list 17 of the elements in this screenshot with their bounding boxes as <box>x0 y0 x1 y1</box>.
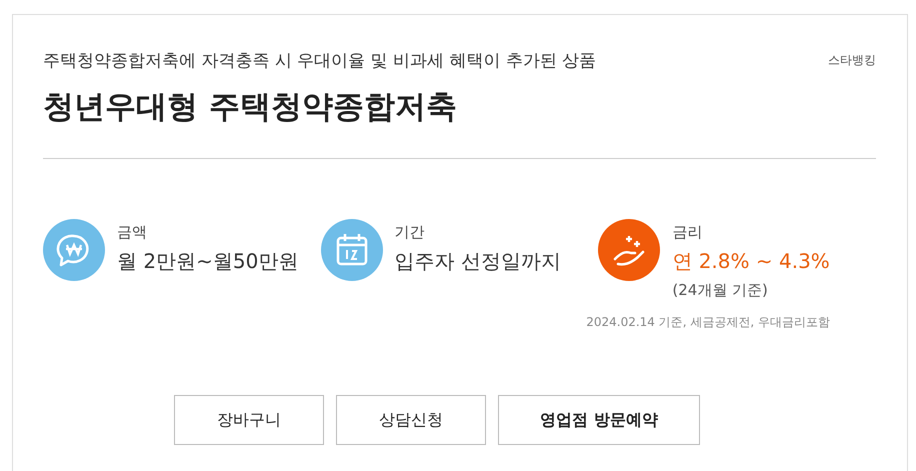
speech-bubble-won-icon <box>43 219 105 281</box>
brand-label: 스타뱅킹 <box>828 52 876 69</box>
rate-footnote: 2024.02.14 기준, 세금공제전, 우대금리포함 <box>586 314 830 331</box>
stat-label: 기간 <box>394 223 426 242</box>
product-title: 청년우대형 주택청약종합저축 <box>43 88 458 127</box>
stat-value: 연 2.8% ~ 4.3% <box>672 248 830 275</box>
calendar-icon <box>320 219 383 281</box>
action-button[interactable]: 장바구니 <box>174 395 324 445</box>
action-button[interactable]: 상담신청 <box>336 395 486 445</box>
action-button[interactable]: 영업점 방문예약 <box>498 395 700 445</box>
stat-label: 금액 <box>117 223 148 242</box>
stat-value: 월 2만원~월50만원 <box>117 248 298 275</box>
stat-note: (24개월 기준) <box>672 281 769 300</box>
stat-label: 금리 <box>672 223 704 242</box>
stat-value: 입주자 선정일까지 <box>394 248 562 275</box>
hand-sparkle-icon <box>598 219 660 281</box>
product-subtitle: 주택청약종합저축에 자격충족 시 우대이율 및 비과세 혜택이 추가된 상품 <box>43 50 596 72</box>
